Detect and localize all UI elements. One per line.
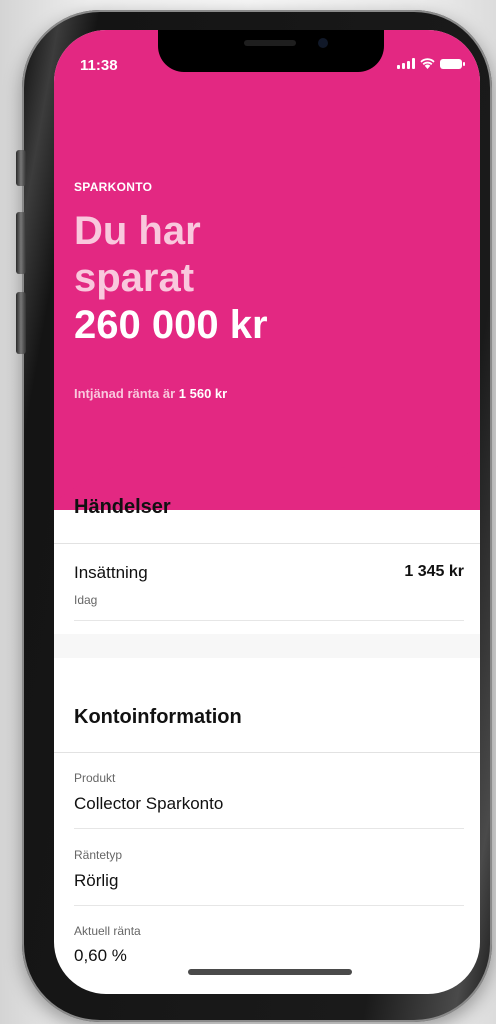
- mute-switch: [16, 150, 26, 186]
- status-icons: [397, 58, 465, 69]
- event-date: Idag: [74, 593, 98, 607]
- savings-headline: Du har sparat 260 000 kr: [74, 208, 268, 349]
- account-info-section-title: Kontoinformation: [74, 706, 242, 728]
- headline-line-2: sparat: [74, 256, 195, 300]
- info-value: 0,60 %: [74, 946, 127, 965]
- info-label: Aktuell ränta: [74, 924, 141, 938]
- wifi-icon: [420, 58, 435, 69]
- info-row-divider: [74, 828, 464, 829]
- info-value: Collector Sparkonto: [74, 794, 224, 813]
- phone-screen: 11:38 SPARKONTO Du har sparat 260 000 kr…: [54, 30, 480, 994]
- event-row-divider: [74, 620, 464, 621]
- front-camera: [318, 38, 328, 48]
- savings-amount: 260 000 kr: [74, 303, 268, 347]
- info-row-divider: [74, 905, 464, 906]
- event-amount: 1 345 kr: [404, 563, 464, 580]
- account-info-header-divider: [54, 752, 480, 753]
- info-label: Räntetyp: [74, 848, 123, 862]
- info-value: Rörlig: [74, 871, 119, 890]
- battery-icon: [440, 59, 465, 69]
- earned-interest-amount: 1 560 kr: [178, 386, 228, 401]
- section-separator: [54, 634, 480, 658]
- home-indicator[interactable]: [188, 969, 352, 975]
- volume-up-button: [16, 212, 26, 274]
- events-header-divider: [54, 543, 480, 544]
- notch: [158, 30, 384, 72]
- headline-line-1: Du har: [74, 209, 201, 253]
- cellular-signal-icon: [397, 58, 415, 69]
- info-label: Produkt: [74, 771, 116, 785]
- earned-interest: Intjänad ränta är 1 560 kr: [74, 386, 227, 401]
- account-type-label: SPARKONTO: [74, 180, 153, 194]
- speaker-grille: [244, 40, 296, 46]
- earned-interest-prefix: Intjänad ränta är: [74, 386, 176, 401]
- event-label: Insättning: [74, 563, 148, 582]
- status-time: 11:38: [80, 57, 118, 74]
- events-section-title: Händelser: [74, 496, 171, 518]
- volume-down-button: [16, 292, 26, 354]
